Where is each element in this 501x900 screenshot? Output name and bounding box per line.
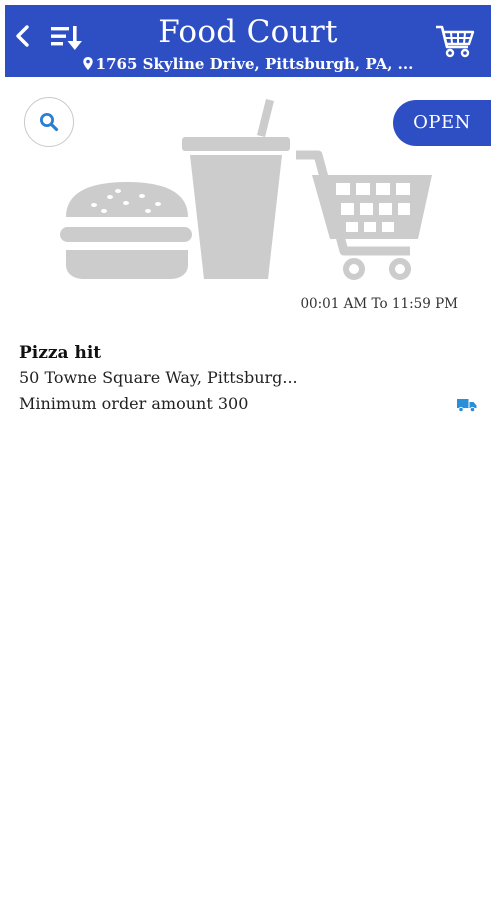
- app-header: Food Court 1765 Skyline Drive, Pittsburg…: [5, 5, 491, 77]
- shopping-cart-icon[interactable]: [435, 23, 475, 59]
- burger-icon: [60, 182, 192, 279]
- delivery-truck-icon: [457, 399, 477, 412]
- restaurant-list-item[interactable]: Pizza hit 50 Towne Square Way, Pittsburg…: [19, 341, 479, 417]
- shopping-cart-icon: [296, 150, 432, 280]
- search-icon: [40, 113, 59, 132]
- open-status-badge: OPEN: [393, 100, 491, 146]
- restaurant-name: Pizza hit: [19, 343, 102, 363]
- store-banner-illustration: [60, 99, 432, 280]
- page-title: Food Court: [158, 14, 338, 50]
- drink-icon: [182, 99, 290, 279]
- restaurant-address: 50 Towne Square Way, Pittsburg...: [19, 368, 298, 387]
- location-address[interactable]: 1765 Skyline Drive, Pittsburgh, PA, ...: [5, 55, 491, 73]
- app-screen: Food Court 1765 Skyline Drive, Pittsburg…: [5, 5, 491, 893]
- minimum-order-amount: Minimum order amount 300: [19, 394, 249, 413]
- map-pin-icon: [82, 57, 93, 70]
- opening-hours: 00:01 AM To 11:59 PM: [300, 296, 458, 312]
- address-text: 1765 Skyline Drive, Pittsburgh, PA, ...: [95, 55, 414, 73]
